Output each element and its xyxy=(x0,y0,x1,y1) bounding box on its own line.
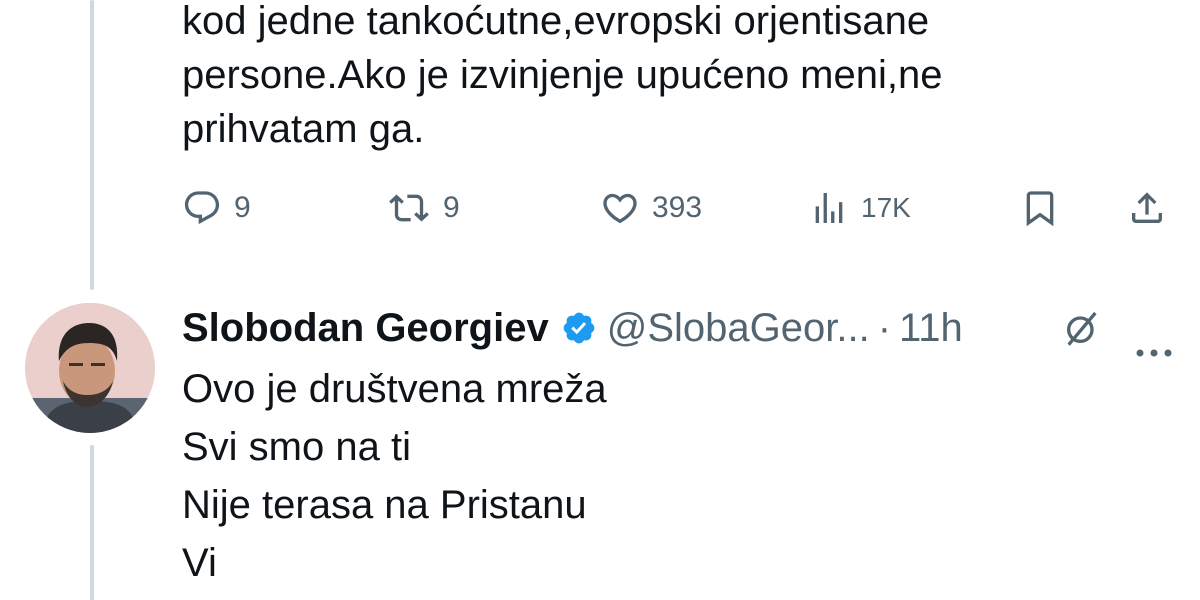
repost-button[interactable]: 9 xyxy=(387,180,460,236)
tweet-timestamp[interactable]: 11h xyxy=(899,306,963,351)
avatar[interactable] xyxy=(25,303,155,433)
views-count: 17K xyxy=(861,192,911,223)
reply-icon xyxy=(182,188,222,228)
tweet-text-line: Vi xyxy=(182,541,217,585)
tweet-text-line: Ovo je društvena mreža xyxy=(182,367,607,411)
repost-icon xyxy=(387,188,431,228)
thread-connector-line xyxy=(90,0,94,290)
author-name[interactable]: Slobodan Georgiev xyxy=(182,306,549,351)
tweet-text: Ovo je društvena mreža Svi smo na ti Nij… xyxy=(182,360,1172,592)
avatar-portrait xyxy=(25,303,155,433)
reply-button[interactable]: 9 xyxy=(182,180,251,236)
tweet-text-line: kod jedne tankoćutne,evropski orjentisan… xyxy=(182,0,930,43)
tweet-text-line: Svi smo na ti xyxy=(182,425,411,469)
share-icon xyxy=(1127,188,1167,228)
author-handle[interactable]: @SlobaGeor... xyxy=(607,306,870,351)
reply-count: 9 xyxy=(234,191,251,224)
separator-dot: · xyxy=(877,305,892,350)
views-button[interactable]: 17K xyxy=(809,180,911,236)
bookmark-button[interactable] xyxy=(1020,180,1060,236)
views-icon xyxy=(809,188,849,228)
like-button[interactable]: 393 xyxy=(600,180,702,236)
tweet-text-line: Nije terasa na Pristanu xyxy=(182,483,587,527)
tweet-text-line: persone.Ako je izvinjenje upućeno meni,n… xyxy=(182,53,943,97)
verified-badge-icon xyxy=(561,310,597,346)
thread-connector-line xyxy=(90,445,94,600)
tweet-action-bar: 9 9 393 17K xyxy=(182,180,1172,236)
bookmark-icon xyxy=(1020,188,1060,228)
previous-tweet-text: kod jedne tankoćutne,evropski orjentisan… xyxy=(182,0,1142,156)
tweet-text-line: prihvatam ga. xyxy=(182,107,425,151)
heart-icon xyxy=(600,188,640,228)
grok-icon[interactable] xyxy=(1062,308,1102,358)
repost-count: 9 xyxy=(443,191,460,224)
share-button[interactable] xyxy=(1127,180,1167,236)
like-count: 393 xyxy=(652,191,703,224)
tweet-header: Slobodan Georgiev @SlobaGeor... · 11h xyxy=(182,300,1172,358)
